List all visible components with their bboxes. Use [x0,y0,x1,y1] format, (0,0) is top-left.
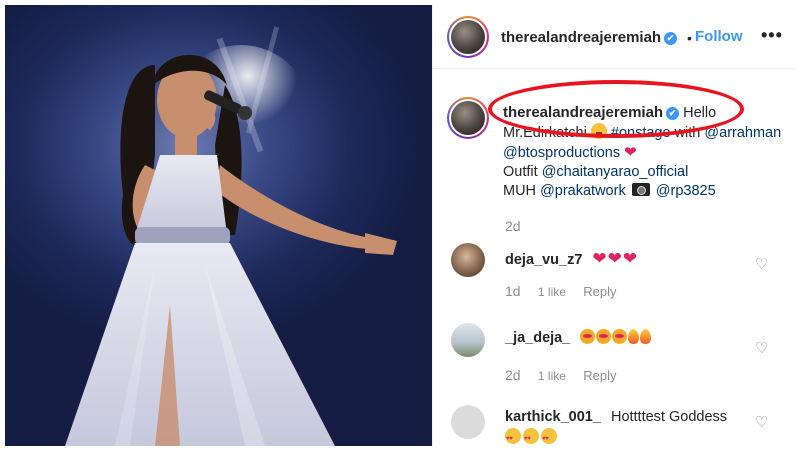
mention-link[interactable]: @prakatwork [540,183,626,199]
caption-author-avatar[interactable] [447,97,489,139]
comment-item: karthick_001_ Hottttest Goddess ♡ [433,397,796,449]
comment-text: Hottttest Goddess [610,409,728,425]
post-details-panel: therealandreajeremiah ✔ • Follow ••• ther… [432,5,796,449]
comment-meta: 2d 1 like Reply [505,367,617,383]
verified-badge-icon: ✔ [666,107,680,120]
commenter-username[interactable]: _ja_deja_ [505,330,570,346]
comment-meta: 1d 1 like Reply [505,283,617,299]
author-avatar[interactable] [447,16,489,58]
commenter-username[interactable]: deja_vu_z7 [505,252,582,268]
more-options-icon[interactable]: ••• [761,25,783,46]
reply-button[interactable]: Reply [583,368,616,383]
heart-emojis-icon: ❤❤❤ [592,249,639,268]
smiling-face-emoji-icon [590,123,607,139]
separator-dot: • [687,30,692,46]
post-header: therealandreajeremiah ✔ • Follow ••• [433,5,796,69]
caption-text-outfit: Outfit [503,164,538,180]
cat-fire-emojis-icon [580,329,652,346]
heart-outline-icon[interactable]: ♡ [755,413,768,431]
author-username-text[interactable]: therealandreajeremiah [501,29,661,46]
caption-text: therealandreajeremiah ✔ Hello Mr.Edirkatc… [503,103,783,201]
commenter-avatar[interactable] [451,243,485,277]
follow-button[interactable]: Follow [695,28,743,45]
comment-item: _ja_deja_ 2d 1 like Reply ♡ [433,317,796,397]
performer-illustration [65,26,397,446]
commenter-avatar[interactable] [451,323,485,357]
comment-likes[interactable]: 1 like [538,285,566,299]
author-username[interactable]: therealandreajeremiah ✔ [501,29,678,46]
verified-badge-icon: ✔ [664,32,678,45]
post-photo[interactable] [5,5,432,446]
post-caption: therealandreajeremiah ✔ Hello Mr.Edirkatc… [433,80,796,245]
heart-eyes-emojis-icon [505,428,559,449]
camera-emoji-icon [631,183,650,196]
comment-body: karthick_001_ Hottttest Goddess [505,407,735,449]
comment-body: deja_vu_z7 ❤❤❤ [505,249,638,269]
caption-timestamp[interactable]: 2d [505,218,521,234]
caption-text-muh: MUH [503,183,537,199]
mention-link[interactable]: @chaitanyarao_official [542,164,689,180]
caption-username-text[interactable]: therealandreajeremiah [503,104,663,121]
caption-text-with: with [674,125,701,141]
mention-link[interactable]: @rp3825 [656,183,716,199]
hashtag-link[interactable]: #onstage [611,125,671,141]
commenter-avatar-placeholder[interactable] [451,405,485,439]
comment-age[interactable]: 2d [505,367,521,383]
comment-likes[interactable]: 1 like [538,369,566,383]
mention-link[interactable]: @arrahman [704,125,781,141]
comment-age[interactable]: 1d [505,283,521,299]
heart-outline-icon[interactable]: ♡ [755,339,768,357]
commenter-username[interactable]: karthick_001_ [505,409,601,425]
comment-body: _ja_deja_ [505,329,652,346]
red-heart-emoji-icon: ❤ [624,144,637,161]
caption-username[interactable]: therealandreajeremiah ✔ [503,104,680,121]
reply-button[interactable]: Reply [583,284,616,299]
comment-item: deja_vu_z7 ❤❤❤ 1d 1 like Reply ♡ [433,237,796,317]
heart-outline-icon[interactable]: ♡ [755,255,768,273]
mention-link[interactable]: @btosproductions [503,145,620,161]
